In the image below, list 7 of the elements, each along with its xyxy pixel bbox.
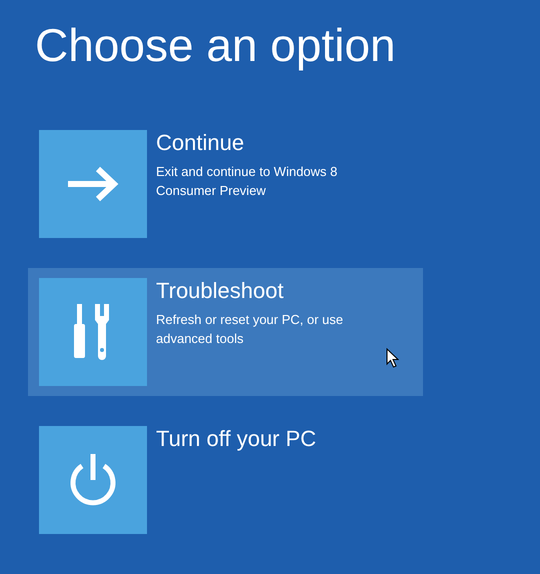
arrow-icon xyxy=(66,166,120,202)
option-tile[interactable]: Troubleshoot Refresh or reset your PC, or use advanced tools xyxy=(28,268,423,396)
mouse-pointer-icon xyxy=(386,348,399,368)
option-tile[interactable]: Continue Exit and continue to Windows 8 Consumer Preview xyxy=(28,120,423,248)
option-tile[interactable]: Turn off your PC xyxy=(28,416,423,544)
page-title: Choose an option xyxy=(34,18,397,73)
power-icon xyxy=(68,454,118,506)
